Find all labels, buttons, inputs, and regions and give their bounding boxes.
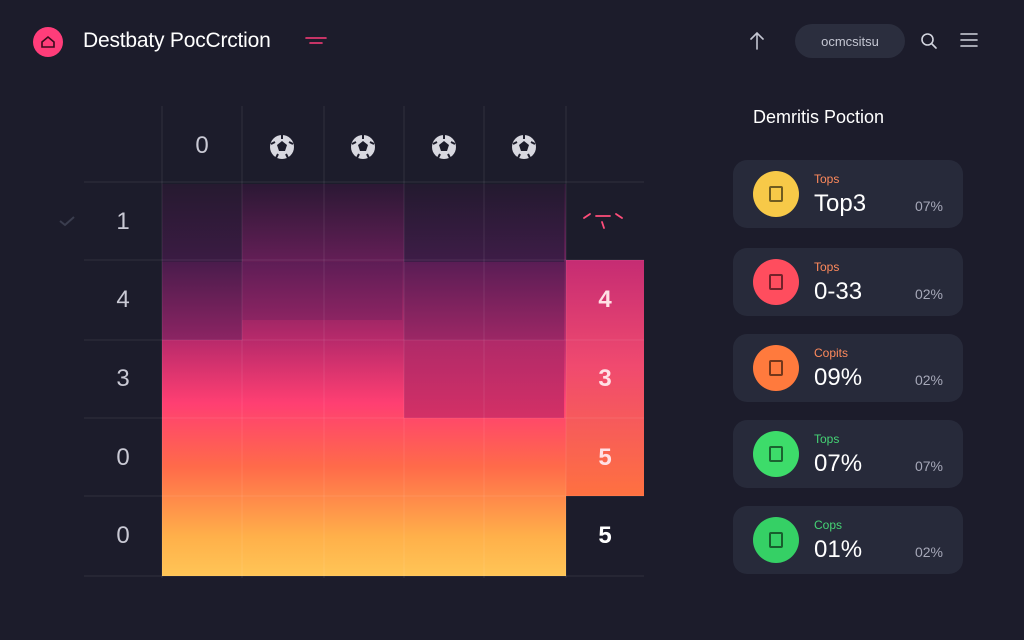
card-badge-icon (753, 517, 799, 563)
card-label: Cops (814, 518, 843, 532)
ball-icon (351, 135, 375, 159)
right-value: 4 (598, 286, 612, 313)
right-value: 3 (598, 365, 612, 392)
panel-title: Demritis Poction (753, 107, 885, 127)
card-label: Tops (814, 432, 840, 446)
corner-decoration-icon (583, 213, 623, 229)
row-label: 4 (116, 286, 130, 313)
stat-card[interactable]: Tops 07% 07% (733, 420, 963, 488)
card-value: 01% (814, 536, 863, 563)
row-label: 0 (116, 444, 130, 471)
card-percent: 07% (914, 458, 943, 474)
upload-icon[interactable] (746, 30, 768, 52)
row-label: 1 (116, 208, 130, 235)
ball-icon (270, 135, 294, 159)
search-pill-button[interactable]: ocmcsitsu (795, 24, 905, 58)
home-icon (41, 35, 55, 48)
check-icon (59, 216, 75, 227)
card-label: Tops (814, 172, 840, 186)
card-badge-icon (753, 171, 799, 217)
card-label: Copits (814, 346, 849, 360)
card-percent: 07% (914, 198, 943, 214)
heat-cell (162, 262, 242, 340)
card-label: Tops (814, 260, 840, 274)
right-value: 5 (598, 444, 612, 471)
card-percent: 02% (914, 372, 943, 388)
card-badge-icon (753, 259, 799, 305)
title-decoration-icon (305, 37, 327, 44)
ball-icon (512, 135, 536, 159)
heat-cell (242, 262, 402, 320)
card-badge-icon (753, 431, 799, 477)
heat-grid: 0 1 4 3 0 0 4 3 5 5 (59, 106, 644, 578)
stat-card[interactable]: Copits 09% 02% (733, 334, 963, 402)
heat-cell-dark (404, 184, 564, 262)
card-percent: 02% (914, 286, 943, 302)
heat-cell (404, 262, 564, 340)
app-title: Destbaty PocCrction (83, 29, 271, 52)
ball-icon (432, 135, 456, 159)
heat-cell-dark (162, 184, 242, 262)
card-value: 07% (814, 450, 863, 477)
search-icon[interactable] (920, 32, 938, 50)
stat-card[interactable]: Tops Top3 07% (733, 160, 963, 228)
card-value: Top3 (814, 190, 867, 217)
right-value: 5 (598, 522, 612, 549)
card-value: 09% (814, 364, 863, 391)
menu-icon[interactable] (960, 32, 978, 48)
row-label: 0 (116, 522, 130, 549)
column-header: 0 (195, 132, 209, 159)
card-value: 0-33 (814, 278, 863, 305)
card-percent: 02% (914, 544, 943, 560)
heat-cell (404, 340, 564, 418)
stat-card[interactable]: Tops 0-33 02% (733, 248, 963, 316)
app-header: Destbaty PocCrction ocmcsitsu (0, 0, 1024, 80)
card-badge-icon (753, 345, 799, 391)
search-pill-label: ocmcsitsu (821, 33, 879, 49)
stat-card[interactable]: Cops 01% 02% (733, 506, 963, 574)
app-logo-icon[interactable] (33, 27, 63, 57)
row-label: 3 (116, 365, 130, 392)
